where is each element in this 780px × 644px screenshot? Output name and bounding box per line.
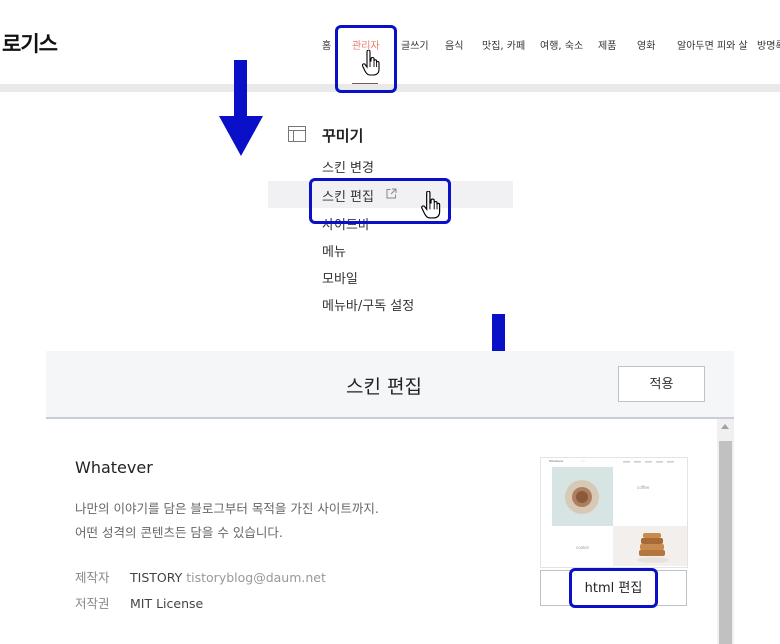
thumbnail-brand: Whatever	[549, 459, 564, 463]
skin-description: 나만의 이야기를 담은 블로그부터 목적을 가진 사이트까지. 어떤 성격의 콘…	[75, 497, 379, 545]
hand-cursor-icon	[421, 191, 441, 219]
skin-info: Whatever 나만의 이야기를 담은 블로그부터 목적을 가진 사이트까지.…	[46, 419, 734, 644]
scrollbar-thumb[interactable]	[719, 441, 732, 644]
menu-item-label: 스킨 변경	[322, 161, 374, 176]
menu-item-mobile[interactable]: 모바일	[268, 263, 513, 290]
skin-description-line: 어떤 성격의 콘텐츠든 담을 수 있습니다.	[75, 525, 283, 540]
down-arrow-icon	[219, 60, 263, 156]
license-label: 저작권	[75, 596, 110, 611]
scroll-up-arrow-icon[interactable]	[721, 424, 729, 429]
maker-label: 제작자	[75, 570, 110, 585]
nav-item-guestbook[interactable]: 방명록	[757, 37, 780, 52]
skin-edit-header: 스킨 편집 적용	[46, 351, 734, 419]
skin-name: Whatever	[75, 458, 153, 477]
customize-menu-title: 꾸미기	[322, 127, 364, 145]
nav-item-home[interactable]: 홈	[322, 37, 331, 52]
menu-item-menubar-subscribe[interactable]: 메뉴바/구독 설정	[268, 290, 513, 317]
nav-item-write[interactable]: 글쓰기	[401, 37, 429, 52]
nav-item-travel[interactable]: 여행, 숙소	[540, 37, 583, 52]
thumbnail-caption: coffee	[637, 485, 650, 490]
nav-item-restaurants[interactable]: 맛집, 카페	[482, 37, 525, 52]
apply-button[interactable]: 적용	[618, 366, 705, 402]
skin-thumbnail: Whatever coffee cookie	[540, 457, 688, 568]
menu-item-label: 모바일	[322, 272, 358, 287]
skin-description-line: 나만의 이야기를 담은 블로그부터 목적을 가진 사이트까지.	[75, 501, 379, 516]
skin-license-row: 저작권 MIT License	[75, 593, 203, 612]
highlight-box-html-edit	[569, 568, 658, 608]
maker-name: TISTORY	[130, 570, 183, 585]
menu-item-label: 메뉴	[322, 245, 346, 260]
nav-item-food[interactable]: 음식	[445, 37, 463, 52]
thumbnail-caption: cookie	[576, 545, 590, 550]
layout-icon	[288, 126, 306, 142]
menu-item-skin-change[interactable]: 스킨 변경	[268, 152, 513, 179]
skin-preview-image: Whatever coffee cookie	[541, 458, 687, 567]
menu-item-label: 메뉴바/구독 설정	[322, 299, 415, 314]
maker-email: tistoryblog@daum.net	[186, 570, 326, 585]
nav-item-movies[interactable]: 영화	[637, 37, 655, 52]
scrollbar[interactable]	[717, 419, 734, 644]
menu-item-menu[interactable]: 메뉴	[268, 236, 513, 263]
page-title: 스킨 편집	[346, 376, 422, 398]
license-value: MIT License	[130, 596, 204, 611]
skin-maker-row: 제작자 TISTORY tistoryblog@daum.net	[75, 567, 326, 586]
hand-cursor-icon	[362, 50, 380, 76]
nav-item-products[interactable]: 제품	[598, 37, 616, 52]
nav-item-tips[interactable]: 알아두면 피와 살	[677, 37, 748, 52]
